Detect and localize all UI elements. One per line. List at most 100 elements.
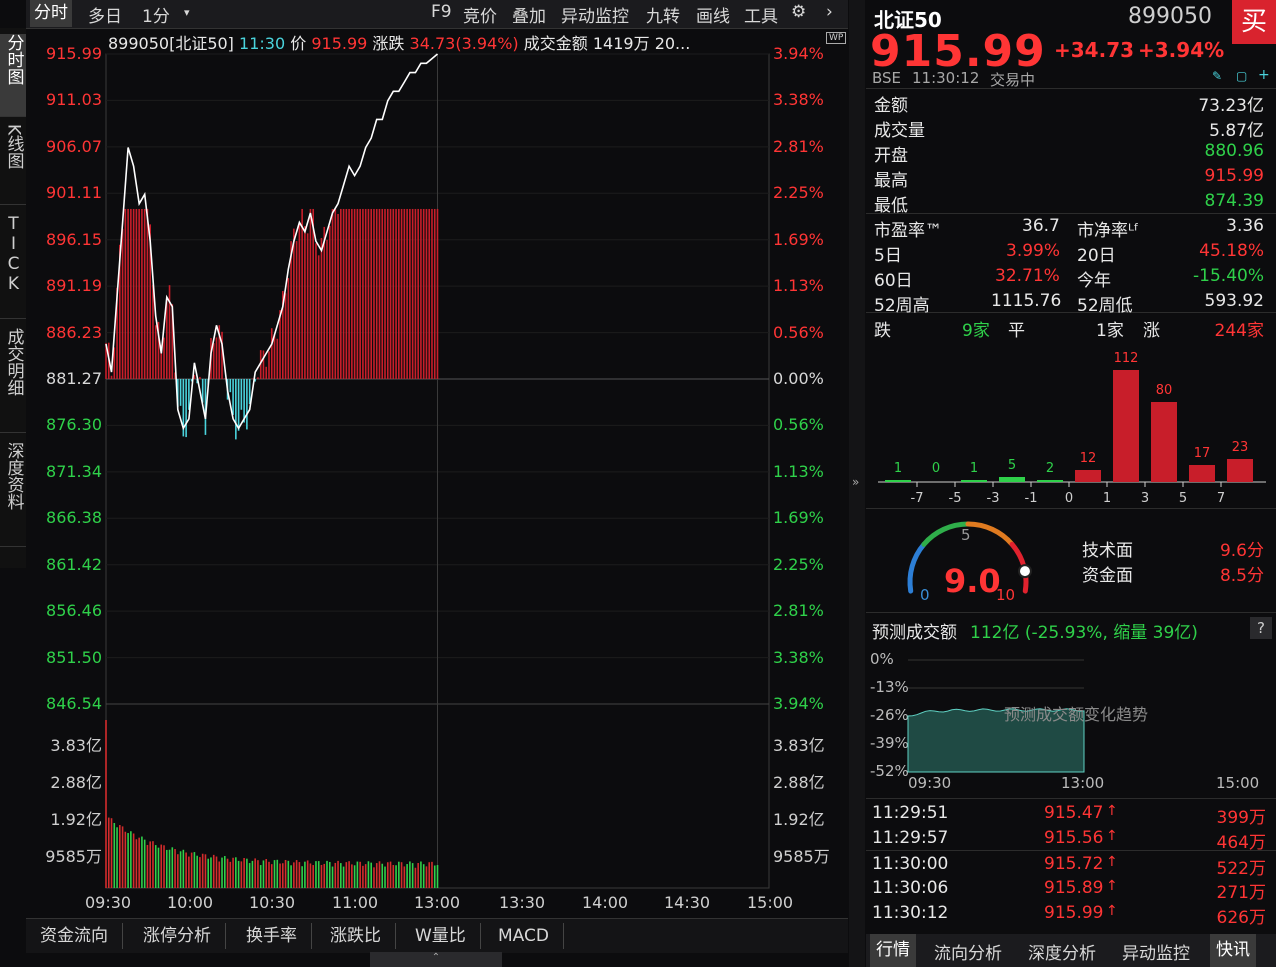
gear-icon[interactable]: ⚙ (791, 2, 806, 22)
vtab-trades[interactable]: 成交明细 (0, 328, 26, 433)
volume-bar (210, 857, 212, 888)
volume-bar (342, 866, 345, 888)
rtab-quote[interactable]: 行情 (870, 934, 916, 967)
tick-price: 915.89 (1044, 878, 1104, 898)
tab-turnover[interactable]: 换手率 (232, 923, 312, 949)
breadth-bar-up (386, 208, 389, 379)
hist-bin-label: 7 (1217, 491, 1225, 506)
window-icon[interactable]: ▢ (1236, 69, 1247, 83)
buy-button[interactable]: 买 (1232, 0, 1276, 44)
volume-bar (130, 831, 132, 888)
stat-label: 20日 (1077, 246, 1116, 266)
tools-button[interactable]: 工具 (744, 2, 778, 27)
breadth-bar-up (428, 208, 431, 379)
breadth-bar-up (342, 208, 345, 379)
tab-advance-decline[interactable]: 涨跌比 (316, 923, 396, 949)
tick-time: 11:29:57 (872, 828, 949, 848)
overlay-button[interactable]: 叠加 (512, 2, 546, 27)
breadth-bar-up (326, 239, 328, 379)
rtab-flow-analysis[interactable]: 流向分析 (934, 939, 1002, 964)
hist-bin-label: -7 (911, 491, 924, 506)
breadth-bar-up (309, 208, 312, 379)
panel-divider[interactable]: » (849, 0, 865, 967)
vtab-timeshare[interactable]: 分时图 (0, 34, 26, 117)
volume-bar (298, 862, 301, 888)
volume-bar (240, 861, 243, 888)
hist-bin-label: 3 (1141, 491, 1149, 506)
volume-bar (279, 863, 281, 888)
breadth-bar-up (356, 208, 359, 379)
volume-bar (246, 858, 248, 888)
rtab-anomaly[interactable]: 异动监控 (1122, 939, 1190, 964)
vtab-kline[interactable]: K线图 (0, 124, 26, 205)
breadth-bar-down (232, 378, 234, 415)
volume-axis-label-right: 9585万 (773, 847, 830, 866)
breadth-bar-up (317, 255, 320, 379)
volume-bar (171, 847, 174, 888)
volume-bar (204, 854, 207, 888)
nine-turn-button[interactable]: 九转 (646, 2, 680, 27)
volume-bar (409, 861, 411, 888)
tick-time: 11:29:51 (872, 803, 949, 823)
draw-line-button[interactable]: 画线 (696, 2, 730, 27)
volume-bar (223, 856, 226, 888)
breadth-bar-up (400, 208, 403, 379)
rtab-news[interactable]: 快讯 (1210, 934, 1256, 967)
breadth-bar-up (212, 343, 215, 379)
edit-icon[interactable]: ✎ (1212, 69, 1222, 83)
stat-52w-low: 593.92 (1204, 291, 1264, 311)
breadth-bar-up (328, 225, 331, 379)
stat-label: 今年 (1077, 271, 1111, 291)
time-axis-label: 14:00 (582, 893, 629, 912)
caret-down-icon[interactable]: ▾ (184, 6, 190, 19)
hist-bin-label: -1 (1025, 491, 1038, 506)
wp-badge[interactable]: WP (826, 32, 847, 44)
breadth-bar-up (384, 208, 386, 379)
stat-label: 成交量 (874, 121, 925, 141)
rtab-depth-analysis[interactable]: 深度分析 (1028, 939, 1096, 964)
tab-w-volume-ratio[interactable]: W量比 (401, 923, 481, 949)
forecast-x-label: 13:00 (1061, 774, 1104, 792)
quote-status: 交易中 (990, 71, 1036, 89)
time-axis-label: 13:00 (414, 893, 461, 912)
price-axis-label: 891.19 (46, 276, 102, 296)
tab-multiday[interactable]: 多日 (88, 2, 122, 27)
breadth-bar-down (243, 378, 245, 423)
timeshare-chart[interactable] (26, 28, 848, 918)
tab-limit-up[interactable]: 涨停分析 (129, 923, 226, 949)
vtab-depth[interactable]: 深度资料 (0, 442, 26, 547)
f9-button[interactable]: F9 (431, 2, 452, 22)
breadth-bar-down (240, 378, 243, 410)
volume-bar (190, 852, 193, 888)
help-icon[interactable]: ? (1250, 617, 1272, 639)
collapse-arrow-icon[interactable]: » (852, 475, 859, 489)
volume-bar (141, 836, 143, 888)
pct-axis-label: 3.38% (773, 647, 824, 667)
volume-bar (406, 864, 408, 888)
chevron-right-icon[interactable]: › (826, 2, 833, 22)
breadth-bar-up (276, 338, 279, 379)
volume-bar (218, 861, 221, 888)
vtab-tick[interactable]: TICK (0, 214, 26, 319)
breadth-bar-up (270, 328, 273, 379)
tab-1min[interactable]: 1分 (142, 2, 170, 27)
pct-axis-label: 0.56% (773, 415, 824, 435)
vtab-label: 成交明细 (3, 328, 24, 396)
volume-bar (265, 859, 268, 888)
time-axis-label: 09:30 (85, 893, 132, 912)
breadth-bar-up (268, 351, 270, 379)
forecast-y-label: -13% (870, 678, 909, 696)
volume-bar (417, 863, 419, 888)
breadth-bar-up (138, 208, 140, 379)
anomaly-monitor-button[interactable]: 异动监控 (561, 2, 629, 27)
tab-capital-flow[interactable]: 资金流向 (26, 923, 123, 949)
tab-macd[interactable]: MACD (484, 923, 564, 949)
volume-bar (248, 863, 251, 888)
chevron-up-icon[interactable]: ⌃ (370, 952, 502, 967)
auction-button[interactable]: 竞价 (463, 2, 497, 27)
separator (866, 850, 1276, 851)
tab-timeshare[interactable]: 分时 (30, 0, 72, 27)
breadth-bar-up (373, 208, 375, 379)
plus-icon[interactable]: + (1258, 67, 1270, 83)
pct-axis-label: 3.94% (773, 694, 824, 713)
